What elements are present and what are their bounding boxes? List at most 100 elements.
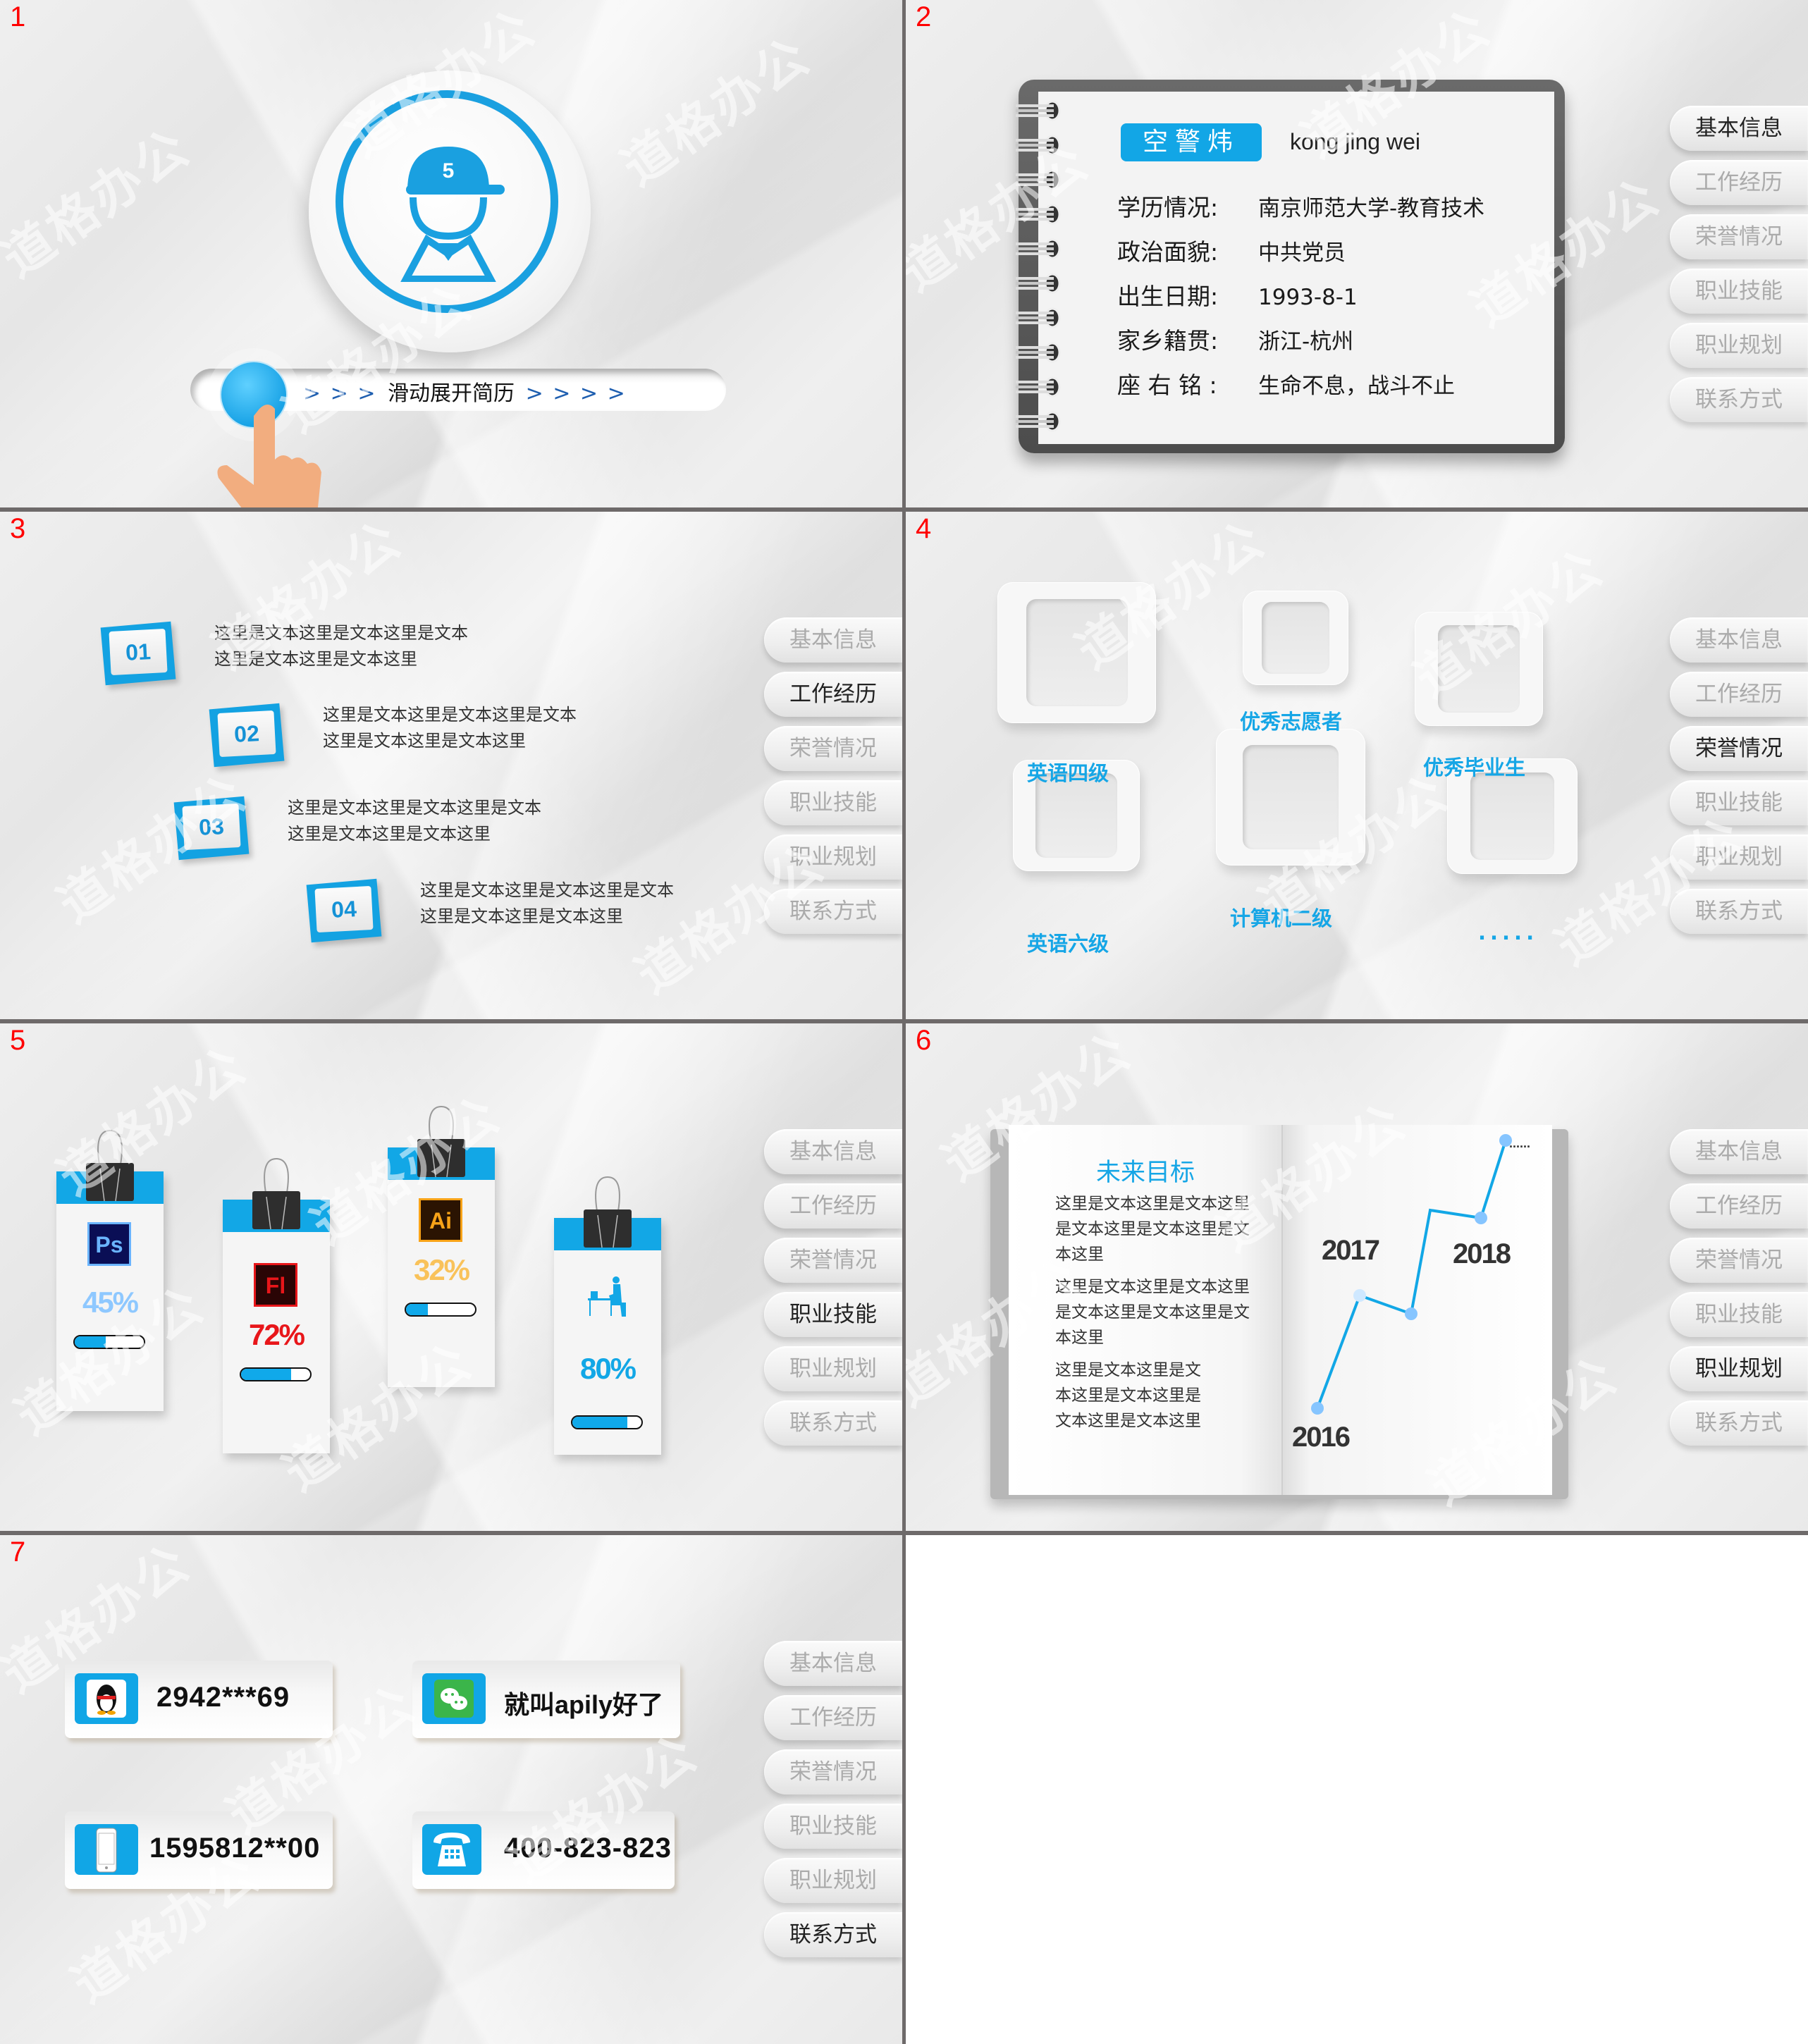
contact-card-qq[interactable]: 2942***69 <box>65 1661 333 1738</box>
honor-label-more: ..... <box>1478 921 1539 944</box>
info-value: 南京师范大学-教育技术 <box>1258 196 1485 221</box>
honor-label: 优秀志愿者 <box>1240 710 1343 734</box>
nav-item[interactable]: 荣誉情况 <box>764 726 902 771</box>
info-value: 生命不息，战斗不止 <box>1258 374 1455 399</box>
binder-ring <box>1013 202 1062 226</box>
nav-item[interactable]: 工作经历 <box>1670 1183 1808 1229</box>
skill-progress-bar <box>405 1303 476 1317</box>
nav-item[interactable]: 荣誉情况 <box>764 1238 902 1283</box>
nav-item[interactable]: 职业规划 <box>1670 835 1808 880</box>
nav-item[interactable]: 联系方式 <box>1670 377 1808 422</box>
nav-item[interactable]: 职业技能 <box>764 780 902 825</box>
worker-avatar-icon: 5 <box>400 147 505 282</box>
binder-clip-icon <box>417 1105 465 1178</box>
slide-4-honors[interactable]: 4 英语四级 优秀志愿者 优秀毕业生 英语六级 计算机二级 ..... 基本信息… <box>906 512 1808 1019</box>
nav-item[interactable]: 联系方式 <box>764 889 902 934</box>
binder-ring <box>1013 271 1062 295</box>
nav-item[interactable]: 基本信息 <box>764 1129 902 1174</box>
spiral-binding <box>1013 99 1069 437</box>
slide-number: 3 <box>10 513 26 544</box>
nav-item[interactable]: 联系方式 <box>1670 1400 1808 1446</box>
slide-6-career-plan[interactable]: 6 未来目标 这里是文本这里是文本这里是文本这里是文本这里是文本这里 这里是文本… <box>906 1023 1808 1531</box>
office-worker-icon <box>588 1276 626 1317</box>
slide-to-open-label: 滑动展开简历 <box>388 381 515 406</box>
contact-card-mobile[interactable]: 1595812**00 <box>65 1811 333 1889</box>
nav-item[interactable]: 基本信息 <box>1670 617 1808 663</box>
name-badge: 空警炜 <box>1121 123 1262 161</box>
contact-card-telephone[interactable]: 400-823-823 <box>412 1811 675 1889</box>
skill-progress-fill <box>572 1417 628 1428</box>
honor-label: 优秀毕业生 <box>1423 756 1526 780</box>
honor-frame <box>1216 729 1365 866</box>
slide-3-work-experience[interactable]: 3 01 这里是文本这里是文本这里是文本 这里是文本这里是文本这里 02 这里是文… <box>0 512 902 1019</box>
nav-item[interactable]: 工作经历 <box>1670 160 1808 205</box>
nav-item[interactable]: 基本信息 <box>764 617 902 663</box>
mobile-number: 1595812**00 <box>149 1833 321 1864</box>
nav-item[interactable]: 荣誉情况 <box>1670 726 1808 771</box>
honor-label: 英语四级 <box>1027 761 1109 785</box>
info-row: 家乡籍贯: 浙江-杭州 <box>1117 322 1353 356</box>
mobile-phone-icon <box>75 1824 138 1875</box>
nav-item[interactable]: 荣誉情况 <box>1670 214 1808 259</box>
info-value: 1993-8-1 <box>1258 285 1358 310</box>
slide-number: 5 <box>10 1025 26 1056</box>
section-nav: 基本信息工作经历荣誉情况职业技能职业规划联系方式 <box>1670 1129 1808 1455</box>
name-pinyin: kong jing wei <box>1290 129 1420 154</box>
empty-grid-cell <box>906 1535 1808 2044</box>
watermark: 道格办公 <box>611 25 821 197</box>
future-ellipsis: ...... <box>1509 1136 1531 1150</box>
nav-item[interactable]: 职业技能 <box>1670 780 1808 825</box>
watermark: 道格办公 <box>0 117 201 289</box>
nav-item[interactable]: 基本信息 <box>1670 106 1808 151</box>
step-number-box: 03 <box>173 796 250 861</box>
skill-progress-fill <box>406 1304 429 1315</box>
nav-item[interactable]: 工作经历 <box>764 672 902 717</box>
skill-percent: 45% <box>82 1286 139 1319</box>
nav-item[interactable]: 职业技能 <box>764 1292 902 1337</box>
wechat-icon <box>422 1673 486 1724</box>
nav-item[interactable]: 荣誉情况 <box>764 1749 902 1794</box>
info-row: 政治面貌: 中共党员 <box>1117 233 1346 267</box>
nav-item[interactable]: 工作经历 <box>764 1183 902 1229</box>
nav-item[interactable]: 基本信息 <box>1670 1129 1808 1174</box>
binder-ring <box>1013 306 1062 330</box>
nav-item[interactable]: 职业规划 <box>1670 323 1808 368</box>
honor-label: 计算机二级 <box>1230 906 1333 930</box>
nav-item[interactable]: 联系方式 <box>1670 889 1808 934</box>
step-number-box: 02 <box>209 703 285 768</box>
nav-item[interactable]: 职业技能 <box>764 1804 902 1849</box>
slide-7-contact[interactable]: 7 2942***69 就叫apily好了 1595812**00 400-82… <box>0 1535 902 2044</box>
info-row: 学历情况: 南京师范大学-教育技术 <box>1117 189 1484 223</box>
skill-tag: Ps 45% <box>56 1129 164 1411</box>
nav-item[interactable]: 工作经历 <box>764 1695 902 1740</box>
skill-progress-fill <box>241 1369 291 1380</box>
binder-ring <box>1013 410 1062 433</box>
milestone-point <box>1353 1289 1366 1302</box>
skill-percent: 32% <box>413 1253 470 1286</box>
nav-item[interactable]: 职业技能 <box>1670 269 1808 314</box>
slide-1-cover[interactable]: 1 5 > > > 滑动展开简历 > > > > 道格办公 道格办公 道格办公 … <box>0 0 902 507</box>
info-value: 中共党员 <box>1258 240 1346 266</box>
binder-ring <box>1013 99 1062 123</box>
step-line: 这里是文本这里是文本这里 <box>288 824 491 844</box>
contact-card-wechat[interactable]: 就叫apily好了 <box>412 1661 680 1738</box>
binder-ring <box>1013 340 1062 364</box>
nav-item[interactable]: 职业规划 <box>764 1858 902 1903</box>
nav-item[interactable]: 联系方式 <box>764 1400 902 1446</box>
nav-item[interactable]: 职业规划 <box>1670 1346 1808 1391</box>
nav-item[interactable]: 工作经历 <box>1670 672 1808 717</box>
skill-percent: 72% <box>248 1318 305 1351</box>
section-nav: 基本信息工作经历荣誉情况职业技能职业规划联系方式 <box>764 1641 902 1966</box>
nav-item[interactable]: 联系方式 <box>764 1912 902 1957</box>
nav-item[interactable]: 职业规划 <box>764 835 902 880</box>
slide-5-skills[interactable]: 5 Ps 45% Fl 72% Ai 32% 80% 基本信息 工作经历 荣誉情况 职业技能 职业规… <box>0 1023 902 1531</box>
nav-item[interactable]: 职业技能 <box>1670 1292 1808 1337</box>
telephone-number: 400-823-823 <box>504 1833 672 1864</box>
slide-2-basic-info[interactable]: 2 空警炜 kong jing wei 学历情况: 南京师范大学-教育技术 政治面… <box>906 0 1808 507</box>
nav-item[interactable]: 基本信息 <box>764 1641 902 1686</box>
milestone-point <box>1311 1402 1324 1415</box>
nav-item[interactable]: 职业规划 <box>764 1346 902 1391</box>
skill-percent: 80% <box>579 1352 637 1385</box>
binder-ring <box>1013 168 1062 192</box>
nav-item[interactable]: 荣誉情况 <box>1670 1238 1808 1283</box>
